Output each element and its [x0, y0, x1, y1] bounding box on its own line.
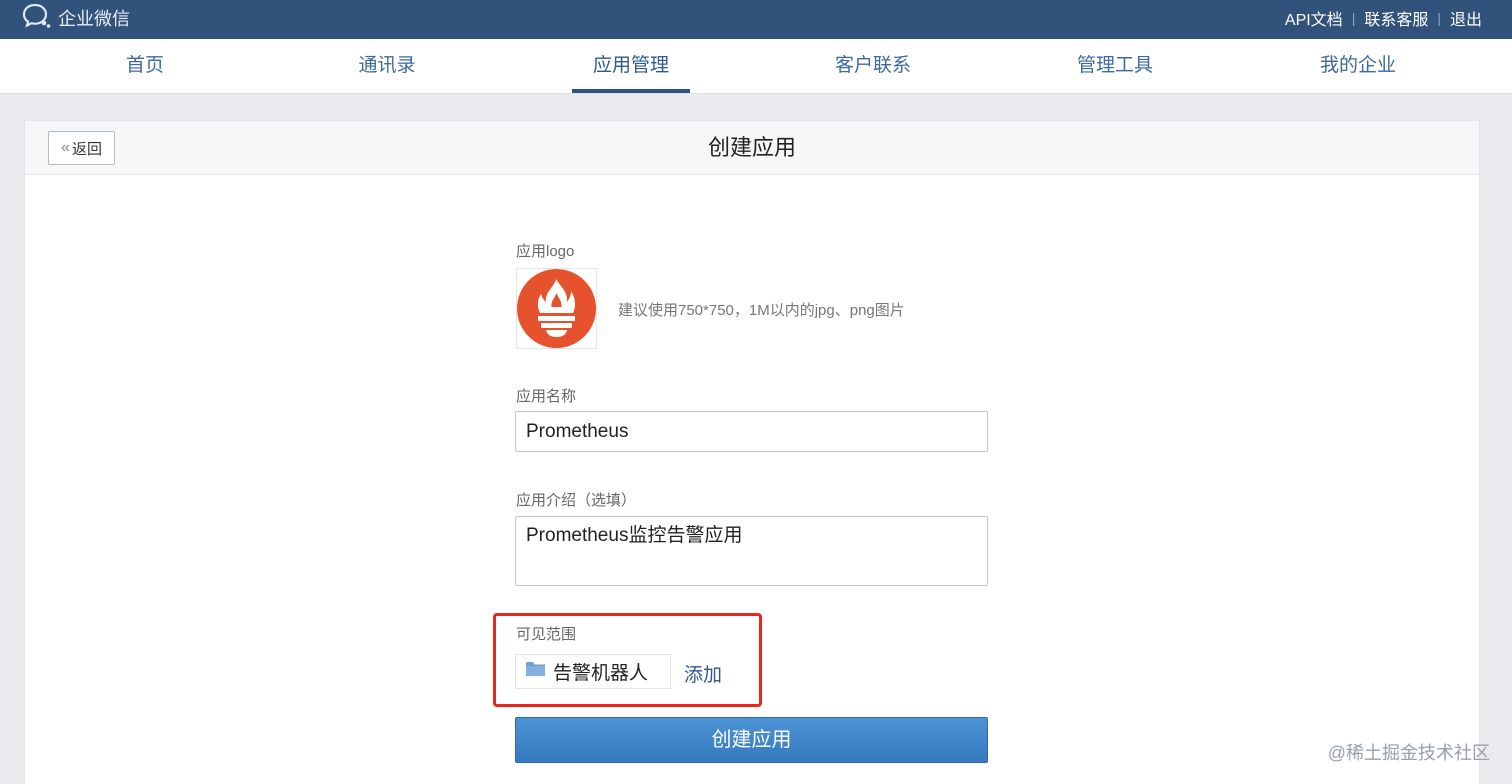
nav-item-customer-contact[interactable]: 客户联系	[814, 39, 932, 93]
nav-item-my-enterprise[interactable]: 我的企业	[1299, 39, 1417, 93]
app-description-input[interactable]: Prometheus监控告警应用	[515, 516, 988, 586]
folder-icon	[526, 661, 545, 683]
logo-hint: 建议使用750*750，1M以内的jpg、png图片	[618, 302, 905, 319]
brand[interactable]: 企业微信	[22, 3, 130, 34]
nav-item-home[interactable]: 首页	[86, 39, 204, 93]
panel-header: 创建应用 « 返回	[25, 121, 1479, 175]
visible-scope-label: 可见范围	[516, 626, 577, 643]
app-logo-upload[interactable]	[516, 268, 597, 349]
contact-support-link[interactable]: 联系客服	[1364, 6, 1428, 30]
logout-link[interactable]: 退出	[1450, 6, 1482, 30]
top-bar: 企业微信 API文档 | 联系客服 | 退出	[0, 0, 1512, 39]
visible-scope-item[interactable]: 告警机器人	[515, 654, 671, 689]
app-name-label: 应用名称	[516, 388, 577, 405]
visible-scope-item-label: 告警机器人	[553, 663, 649, 684]
double-chevron-left-icon: «	[61, 139, 70, 156]
back-button[interactable]: « 返回	[48, 131, 115, 165]
create-app-panel: 创建应用 « 返回 应用logo 建议使用750*750，1M以内的jpg、pn…	[24, 120, 1480, 784]
app-description-label: 应用介绍（选填）	[516, 492, 637, 509]
nav-item-contacts[interactable]: 通讯录	[328, 39, 446, 93]
app-name-input[interactable]	[515, 411, 988, 452]
divider: |	[1437, 10, 1441, 26]
page-title: 创建应用	[707, 135, 796, 160]
brand-name: 企业微信	[58, 9, 130, 29]
watermark: @稀土掘金技术社区	[1327, 743, 1490, 763]
prometheus-logo-icon	[517, 269, 596, 348]
divider: |	[1351, 10, 1356, 26]
nav-item-management-tools[interactable]: 管理工具	[1056, 39, 1174, 93]
top-links: API文档 | 联系客服 | 退出	[1285, 0, 1482, 36]
main-nav: 首页 通讯录 应用管理 客户联系 管理工具 我的企业	[0, 39, 1512, 94]
add-scope-link[interactable]: 添加	[684, 660, 722, 687]
api-docs-link[interactable]: API文档	[1285, 6, 1343, 30]
create-app-button[interactable]: 创建应用	[515, 717, 988, 763]
back-button-label: 返回	[71, 140, 102, 158]
wework-logo-icon	[22, 3, 52, 34]
logo-label: 应用logo	[516, 243, 575, 260]
nav-item-app-management[interactable]: 应用管理	[572, 39, 690, 93]
